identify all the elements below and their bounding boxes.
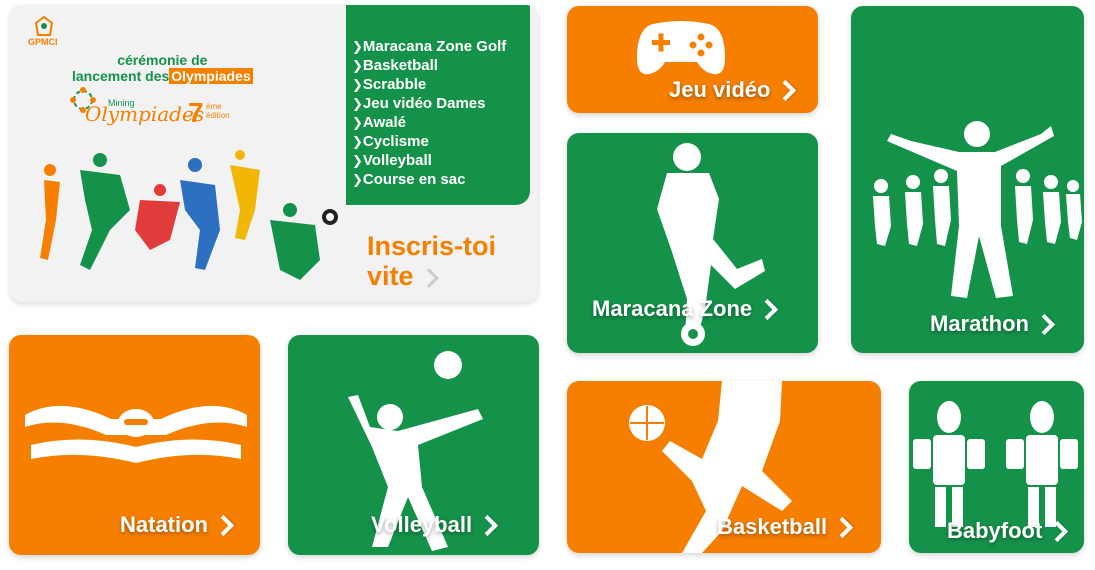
- edition-suffix-bottom: édition: [206, 111, 230, 120]
- disciplines-list: Maracana Zone Golf Basketball Scrabble J…: [346, 5, 530, 189]
- discipline-item: Maracana Zone Golf: [352, 37, 530, 56]
- tile-label: Marathon: [930, 311, 1056, 337]
- disciplines-panel: Maracana Zone Golf Basketball Scrabble J…: [346, 5, 530, 205]
- tile-label-text: Natation: [120, 512, 208, 537]
- register-cta-line1: Inscris-toi: [367, 231, 497, 261]
- event-banner[interactable]: GPMCI cérémonie de lancement des Olympiad…: [10, 5, 538, 302]
- event-title-line2: lancement des Olympiades: [72, 68, 253, 84]
- tile-label-text: Maracana Zone: [592, 296, 753, 321]
- tile-label: Volleyball: [371, 512, 499, 538]
- tile-volleyball[interactable]: Volleyball: [288, 335, 539, 555]
- event-title-highlight: Olympiades: [169, 68, 253, 84]
- tile-label-text: Babyfoot: [947, 518, 1043, 543]
- athletes-illustration: [40, 150, 338, 280]
- chevron-right-icon: [757, 298, 779, 320]
- event-title-prefix: lancement des: [72, 68, 170, 84]
- gamepad-icon: [637, 21, 725, 75]
- tile-label: Babyfoot: [947, 518, 1069, 544]
- chevron-right-icon: [775, 79, 797, 101]
- discipline-item: Volleyball: [352, 151, 530, 170]
- banner-logo-icon: [34, 15, 54, 36]
- discipline-item: Scrabble: [352, 75, 530, 94]
- chevron-right-icon: [418, 267, 439, 288]
- tile-label: Maracana Zone: [592, 296, 779, 322]
- discipline-item: Basketball: [352, 56, 530, 75]
- chevron-right-icon: [1047, 520, 1069, 542]
- tile-label: Basketball: [717, 514, 854, 540]
- tile-label-text: Basketball: [717, 514, 828, 539]
- chevron-right-icon: [476, 514, 499, 536]
- tile-label-text: Jeu vidéo: [669, 77, 771, 102]
- event-title-line1: cérémonie de: [117, 52, 208, 68]
- tile-natation[interactable]: Natation: [9, 335, 260, 555]
- runners-icon: [873, 121, 1082, 298]
- tile-label: Jeu vidéo: [669, 77, 797, 103]
- edition-suffix-top: ème: [206, 102, 222, 111]
- register-cta-line2: vite: [367, 261, 414, 291]
- tile-label: Natation: [120, 512, 235, 538]
- discipline-item: Awalé: [352, 113, 530, 132]
- chevron-right-icon: [831, 516, 854, 538]
- tile-label-text: Marathon: [930, 311, 1029, 336]
- discipline-item: Cyclisme: [352, 132, 530, 151]
- org-logo-text: GPMCI: [28, 37, 58, 47]
- edition-number: 7: [188, 97, 204, 128]
- swimmer-icon: [25, 405, 247, 463]
- chevron-right-icon: [212, 514, 235, 536]
- brand-name: Olympiades: [85, 102, 205, 126]
- tile-jeu-video[interactable]: Jeu vidéo: [567, 6, 818, 113]
- tile-babyfoot[interactable]: Babyfoot: [909, 381, 1084, 553]
- discipline-item: Course en sac: [352, 170, 530, 189]
- tile-maracana-zone[interactable]: Maracana Zone: [567, 133, 818, 353]
- tile-label-text: Volleyball: [371, 512, 473, 537]
- register-cta[interactable]: Inscris-toi vite: [367, 231, 496, 291]
- chevron-right-icon: [1033, 313, 1056, 335]
- tile-basketball[interactable]: Basketball: [567, 381, 881, 553]
- edition-suffix: ème édition: [206, 102, 230, 120]
- discipline-item: Jeu vidéo Dames: [352, 94, 530, 113]
- tile-marathon[interactable]: Marathon: [851, 6, 1084, 353]
- event-title: cérémonie de lancement des Olympiades: [72, 52, 253, 84]
